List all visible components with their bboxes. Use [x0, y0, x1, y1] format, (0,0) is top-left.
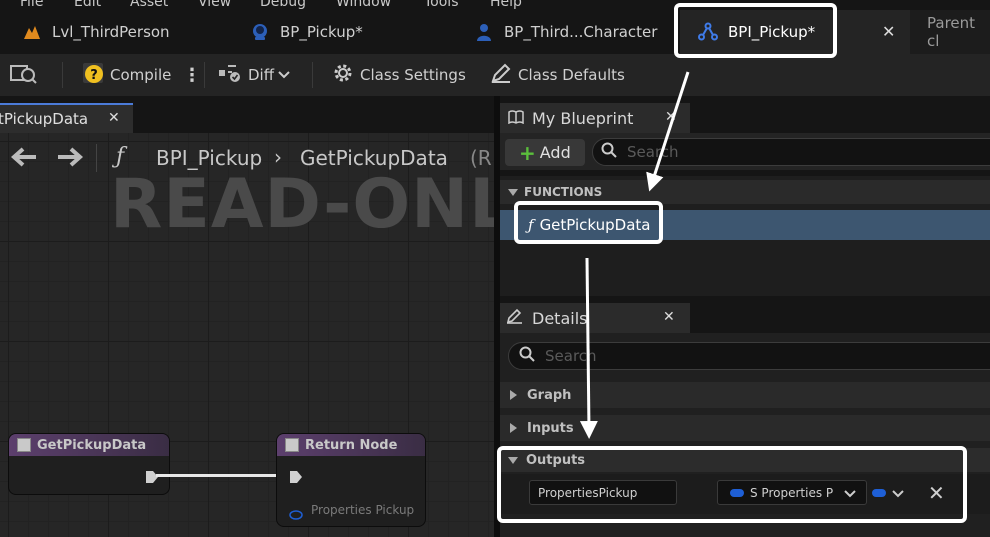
arrow-function-to-outputs — [579, 257, 598, 439]
arrow-tab-to-function — [646, 71, 690, 192]
tutorial-arrows — [579, 71, 690, 439]
